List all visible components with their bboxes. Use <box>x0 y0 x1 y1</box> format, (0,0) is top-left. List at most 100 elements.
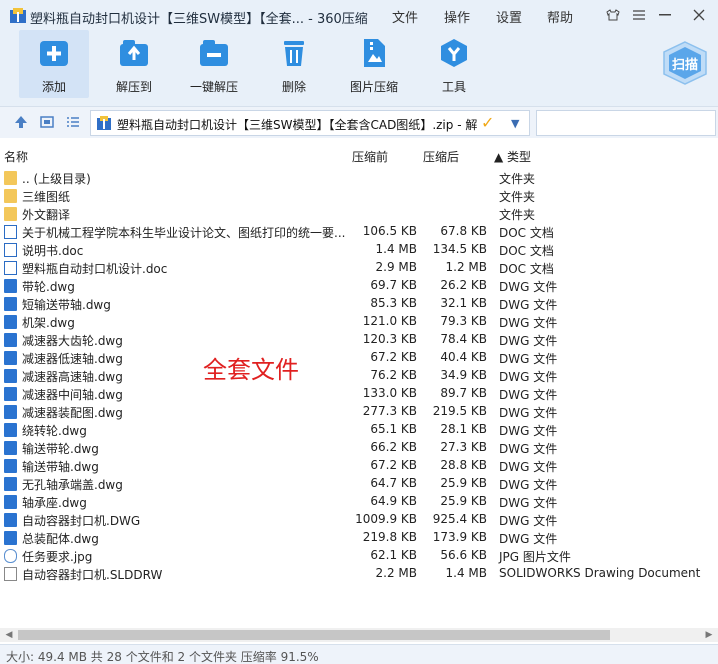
tools-button[interactable]: 工具 <box>419 30 489 98</box>
file-row[interactable]: 输送带轮.dwg 66.2 KB 27.3 KB DWG 文件 <box>0 439 718 457</box>
file-row[interactable]: .. (上级目录) 文件夹 <box>0 169 718 187</box>
image-compress-icon <box>364 39 385 67</box>
add-button[interactable]: 添加 <box>19 30 89 98</box>
sld-file-icon <box>4 567 17 581</box>
file-row[interactable]: 说明书.doc 1.4 MB 134.5 KB DOC 文档 <box>0 241 718 259</box>
menu-settings[interactable]: 设置 <box>496 7 522 26</box>
up-arrow-icon[interactable] <box>14 115 28 129</box>
file-original-size: 925.4 KB <box>432 512 487 526</box>
file-name: 自动容器封口机.DWG <box>22 514 141 528</box>
scroll-right-icon[interactable]: ▶ <box>702 628 716 642</box>
file-row[interactable]: 减速器低速轴.dwg 67.2 KB 40.4 KB DWG 文件 <box>0 349 718 367</box>
file-row[interactable]: 总装配体.dwg 219.8 KB 173.9 KB DWG 文件 <box>0 529 718 547</box>
address-bar[interactable]: 塑料瓶自动封口机设计【三维SW模型】【全套含CAD图纸】.zip - 解 ✓ ▼ <box>90 110 530 136</box>
search-input[interactable] <box>536 110 716 136</box>
top-area: 塑料瓶自动封口机设计【三维SW模型】【全套... - 360压缩 文件 操作 设… <box>0 0 718 106</box>
file-type: DOC 文档 <box>499 226 554 240</box>
extract-icon <box>120 40 148 66</box>
file-row[interactable]: 任务要求.jpg 62.1 KB 56.6 KB JPG 图片文件 <box>0 547 718 565</box>
file-row[interactable]: 轴承座.dwg 64.9 KB 25.9 KB DWG 文件 <box>0 493 718 511</box>
file-type: DWG 文件 <box>499 424 558 438</box>
dwg-file-icon <box>4 441 17 455</box>
file-row[interactable]: 减速器高速轴.dwg 76.2 KB 34.9 KB DWG 文件 <box>0 367 718 385</box>
file-row[interactable]: 带轮.dwg 69.7 KB 26.2 KB DWG 文件 <box>0 277 718 295</box>
column-name[interactable]: 名称 <box>4 148 28 165</box>
file-row[interactable]: 减速器大齿轮.dwg 120.3 KB 78.4 KB DWG 文件 <box>0 331 718 349</box>
file-row[interactable]: 减速器装配图.dwg 277.3 KB 219.5 KB DWG 文件 <box>0 403 718 421</box>
file-name: 机架.dwg <box>22 316 75 330</box>
extract-to-button[interactable]: 解压到 <box>99 30 169 98</box>
file-type: SOLIDWORKS Drawing Document <box>499 566 701 580</box>
file-type: DWG 文件 <box>499 514 558 528</box>
file-type: DWG 文件 <box>499 370 558 384</box>
file-name: 输送带轴.dwg <box>22 460 99 474</box>
dwg-file-icon <box>4 279 17 293</box>
title-bar: 塑料瓶自动封口机设计【三维SW模型】【全套... - 360压缩 文件 操作 设… <box>0 0 718 32</box>
status-bar: 大小: 49.4 MB 共 28 个文件和 2 个文件夹 压缩率 91.5% <box>0 644 718 664</box>
close-icon[interactable] <box>690 6 708 24</box>
folder-file-icon <box>4 171 17 185</box>
file-row[interactable]: 关于机械工程学院本科生毕业设计论文、图纸打印的统一要... 106.5 KB 67.… <box>0 223 718 241</box>
file-type: DWG 文件 <box>499 496 558 510</box>
file-compressed-size: 106.5 KB <box>362 224 417 238</box>
scroll-thumb[interactable] <box>18 630 610 640</box>
scan-button[interactable]: 扫描 <box>660 40 710 86</box>
skin-icon[interactable] <box>604 6 622 24</box>
file-row[interactable]: 短输送带轴.dwg 85.3 KB 32.1 KB DWG 文件 <box>0 295 718 313</box>
file-type: 文件夹 <box>499 172 536 186</box>
file-compressed-size: 64.7 KB <box>370 476 417 490</box>
add-icon <box>40 41 68 66</box>
menu-operate[interactable]: 操作 <box>444 7 470 26</box>
one-click-extract-button[interactable]: 一键解压 <box>179 30 249 98</box>
file-compressed-size: 69.7 KB <box>370 278 417 292</box>
file-type: DWG 文件 <box>499 280 558 294</box>
file-row[interactable]: 减速器中间轴.dwg 133.0 KB 89.7 KB DWG 文件 <box>0 385 718 403</box>
file-row[interactable]: 自动容器封口机.DWG 1009.9 KB 925.4 KB DWG 文件 <box>0 511 718 529</box>
column-original[interactable]: 压缩后 <box>423 148 459 165</box>
image-compress-button[interactable]: 图片压缩 <box>339 30 409 98</box>
list-view-icon[interactable] <box>66 115 80 129</box>
thumbnail-view-icon[interactable] <box>40 115 54 129</box>
horizontal-scrollbar[interactable]: ◀ ▶ <box>0 628 718 642</box>
file-name: 减速器低速轴.dwg <box>22 352 123 366</box>
overlay-text: 全套文件 <box>203 356 299 384</box>
file-compressed-size: 76.2 KB <box>370 368 417 382</box>
file-name: 轴承座.dwg <box>22 496 87 510</box>
file-row[interactable]: 绕转轮.dwg 65.1 KB 28.1 KB DWG 文件 <box>0 421 718 439</box>
file-row[interactable]: 自动容器封口机.SLDDRW 2.2 MB 1.4 MB SOLIDWORKS Dra… <box>0 565 718 583</box>
dwg-file-icon <box>4 513 17 527</box>
delete-button[interactable]: 删除 <box>259 30 329 98</box>
file-name: 关于机械工程学院本科生毕业设计论文、图纸打印的统一要... <box>22 226 346 240</box>
menu-help[interactable]: 帮助 <box>547 7 573 26</box>
file-row[interactable]: 无孔轴承端盖.dwg 64.7 KB 25.9 KB DWG 文件 <box>0 475 718 493</box>
scroll-left-icon[interactable]: ◀ <box>2 628 16 642</box>
jpg-file-icon <box>4 549 17 563</box>
file-original-size: 28.1 KB <box>440 422 487 436</box>
dwg-file-icon <box>4 405 17 419</box>
file-name: 外文翻译 <box>22 208 71 222</box>
file-row[interactable]: 输送带轴.dwg 67.2 KB 28.8 KB DWG 文件 <box>0 457 718 475</box>
file-original-size: 28.8 KB <box>440 458 487 472</box>
file-original-size: 25.9 KB <box>440 494 487 508</box>
address-row: 塑料瓶自动封口机设计【三维SW模型】【全套含CAD图纸】.zip - 解 ✓ ▼ <box>0 106 718 138</box>
file-row[interactable]: 外文翻译 文件夹 <box>0 205 718 223</box>
file-row[interactable]: 三维图纸 文件夹 <box>0 187 718 205</box>
column-type[interactable]: ▲ 类型 <box>494 148 531 165</box>
dwg-file-icon <box>4 297 17 311</box>
one-click-extract-icon <box>200 40 228 66</box>
file-name: 带轮.dwg <box>22 280 75 294</box>
dwg-file-icon <box>4 495 17 509</box>
address-dropdown-icon[interactable]: ▼ <box>511 117 519 130</box>
address-path: 塑料瓶自动封口机设计【三维SW模型】【全套含CAD图纸】.zip - 解 <box>117 118 477 132</box>
column-compressed[interactable]: 压缩前 <box>352 148 388 165</box>
tools-icon <box>441 39 467 67</box>
file-original-size: 134.5 KB <box>432 242 487 256</box>
file-type: 文件夹 <box>499 190 536 204</box>
file-row[interactable]: 塑料瓶自动封口机设计.doc 2.9 MB 1.2 MB DOC 文档 <box>0 259 718 277</box>
menu-file[interactable]: 文件 <box>392 7 418 26</box>
column-header: 名称 压缩前 压缩后 ▲ 类型 <box>0 146 718 166</box>
file-row[interactable]: 机架.dwg 121.0 KB 79.3 KB DWG 文件 <box>0 313 718 331</box>
file-type: DWG 文件 <box>499 388 558 402</box>
minimize-icon[interactable] <box>656 6 674 24</box>
menu-icon[interactable] <box>630 6 648 24</box>
